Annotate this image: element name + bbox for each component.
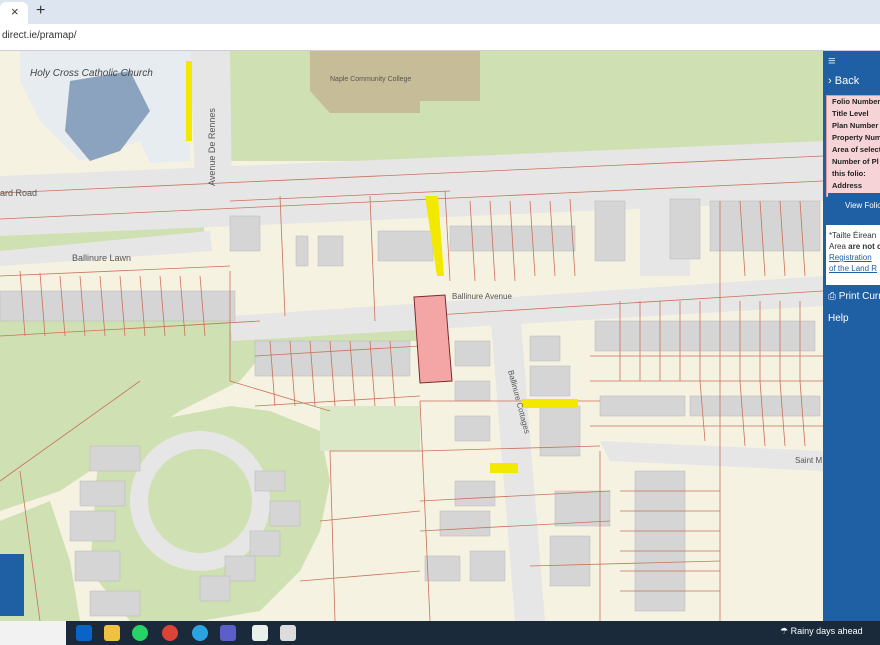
folio-row: Property Num	[832, 133, 880, 142]
college-label: Naple Community College	[330, 76, 411, 83]
note-line: Area are not c	[829, 242, 880, 251]
print-button[interactable]: ⎙ Print Curr	[828, 291, 880, 302]
ballinure-lawn-label: Ballinure Lawn	[72, 253, 131, 263]
view-folio-button[interactable]: View Folio	[828, 193, 880, 219]
ballinure-avenue-label: Ballinure Avenue	[452, 292, 512, 301]
tab-close-icon[interactable]: ×	[11, 4, 19, 19]
church-label: Holy Cross Catholic Church	[30, 68, 153, 79]
folio-row: Number of Pl	[832, 157, 879, 166]
folio-info-box: Folio Number Title Level Plan Number Pro…	[826, 95, 880, 197]
roundabout-green	[148, 449, 252, 553]
back-link[interactable]: › Back	[828, 75, 859, 87]
back-label: Back	[834, 75, 860, 87]
chrome-icon[interactable]	[162, 625, 178, 641]
new-tab-icon[interactable]: +	[36, 2, 45, 20]
browser-tab[interactable]: ×	[0, 2, 28, 24]
folio-row: Address	[832, 181, 863, 190]
browser-tab-bar: × +	[0, 0, 880, 24]
taskbar: ☂ Rainy days ahead	[0, 621, 880, 645]
land-registry-link[interactable]: of the Land R	[829, 263, 880, 274]
note-line: *Tailte Éirean	[829, 231, 877, 240]
file-explorer-icon[interactable]	[104, 625, 120, 641]
side-panel: ≡ › Back Folio Number Title Level Plan N…	[823, 51, 880, 621]
app-icon[interactable]	[280, 625, 296, 641]
selected-parcel[interactable]	[413, 294, 453, 384]
help-link[interactable]: Help	[828, 313, 849, 324]
notepad-icon[interactable]	[252, 625, 268, 641]
url-text: direct.ie/pramap/	[2, 30, 77, 41]
map-canvas[interactable]: Holy Cross Catholic Church Naple Communi…	[0, 51, 823, 621]
folio-row: this folio:	[832, 169, 866, 178]
print-label: Print Curr	[838, 291, 880, 302]
avenue-de-rennes-label: Avenue De Rennes	[207, 108, 217, 186]
folio-row: Plan Number	[832, 121, 879, 130]
registration-link[interactable]: Registration	[829, 252, 880, 263]
telegram-icon[interactable]	[192, 625, 208, 641]
road-left-label: ard Road	[0, 188, 37, 198]
weather-label: Rainy days ahead	[790, 626, 863, 636]
map-control-box[interactable]	[0, 554, 24, 616]
disclaimer-note: *Tailte Éirean Area are not c Registrati…	[826, 225, 880, 285]
teams-icon[interactable]	[220, 625, 236, 641]
outlook-icon[interactable]	[76, 625, 92, 641]
folio-row: Folio Number	[832, 97, 880, 106]
weather-widget[interactable]: ☂ Rainy days ahead	[780, 626, 863, 637]
menu-icon[interactable]: ≡	[828, 53, 836, 68]
address-bar[interactable]: direct.ie/pramap/	[0, 24, 880, 51]
folio-row: Title Level	[832, 109, 869, 118]
whatsapp-icon[interactable]	[132, 625, 148, 641]
taskbar-search-area[interactable]	[0, 621, 66, 645]
saint-m-label: Saint M	[795, 456, 822, 465]
folio-row: Area of select	[832, 145, 880, 154]
